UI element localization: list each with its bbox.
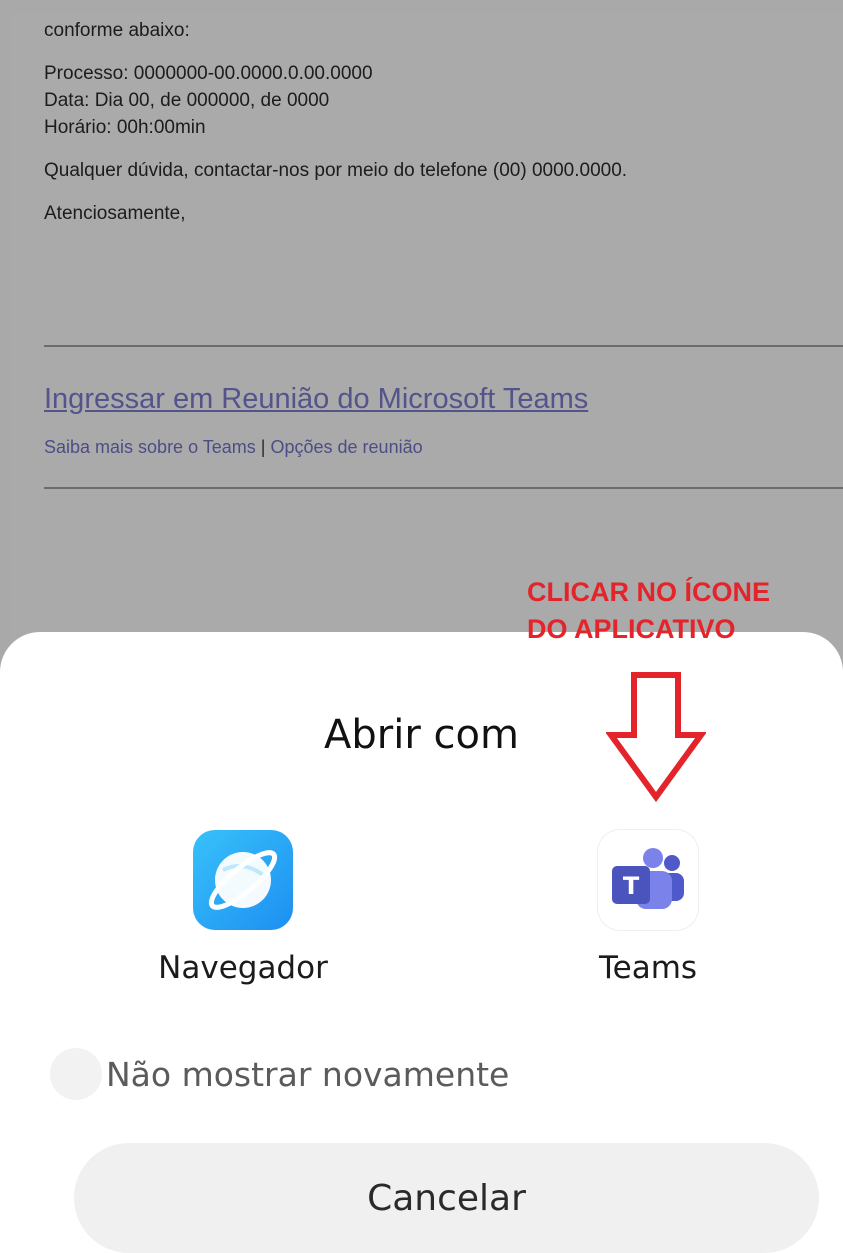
email-time: Horário: 00h:00min <box>44 117 206 138</box>
app-option-teams[interactable]: T Teams <box>548 830 748 986</box>
dont-show-again-option[interactable]: Não mostrar novamente <box>50 1048 509 1100</box>
browser-planet-icon <box>193 830 293 930</box>
cancel-label: Cancelar <box>367 1177 526 1219</box>
divider-top <box>44 345 843 347</box>
cancel-button[interactable]: Cancelar <box>74 1143 819 1253</box>
sheet-title: Abrir com <box>324 712 519 758</box>
svg-text:T: T <box>623 872 640 900</box>
email-process: Processo: 0000000-00.0000.0.00.0000 <box>44 63 373 84</box>
meeting-links: Saiba mais sobre o Teams | Opções de reu… <box>44 437 423 458</box>
email-closing: Atenciosamente, <box>44 203 186 224</box>
divider-bottom <box>44 487 843 489</box>
meeting-options-link[interactable]: Opções de reunião <box>271 437 423 457</box>
annotation-line-1: CLICAR NO ÍCONE <box>527 577 770 607</box>
dont-show-again-radio[interactable] <box>50 1048 102 1100</box>
join-teams-meeting-link[interactable]: Ingressar em Reunião do Microsoft Teams <box>44 383 588 416</box>
email-date: Data: Dia 00, de 000000, de 0000 <box>44 90 330 111</box>
app-label-navegador: Navegador <box>158 950 328 986</box>
learn-more-teams-link[interactable]: Saiba mais sobre o Teams <box>44 437 256 457</box>
annotation-line-2: DO APLICATIVO <box>527 614 736 644</box>
app-option-navegador[interactable]: Navegador <box>143 830 343 986</box>
dont-show-again-label: Não mostrar novamente <box>106 1054 510 1094</box>
email-contact: Qualquer dúvida, contactar-nos por meio … <box>44 160 628 181</box>
app-label-teams: Teams <box>598 950 698 986</box>
email-intro-line: conforme abaixo: <box>44 20 190 41</box>
down-arrow-icon <box>606 672 706 802</box>
microsoft-teams-icon: T <box>598 830 698 930</box>
instruction-annotation: CLICAR NO ÍCONE DO APLICATIVO <box>527 574 770 648</box>
link-separator: | <box>260 437 266 457</box>
